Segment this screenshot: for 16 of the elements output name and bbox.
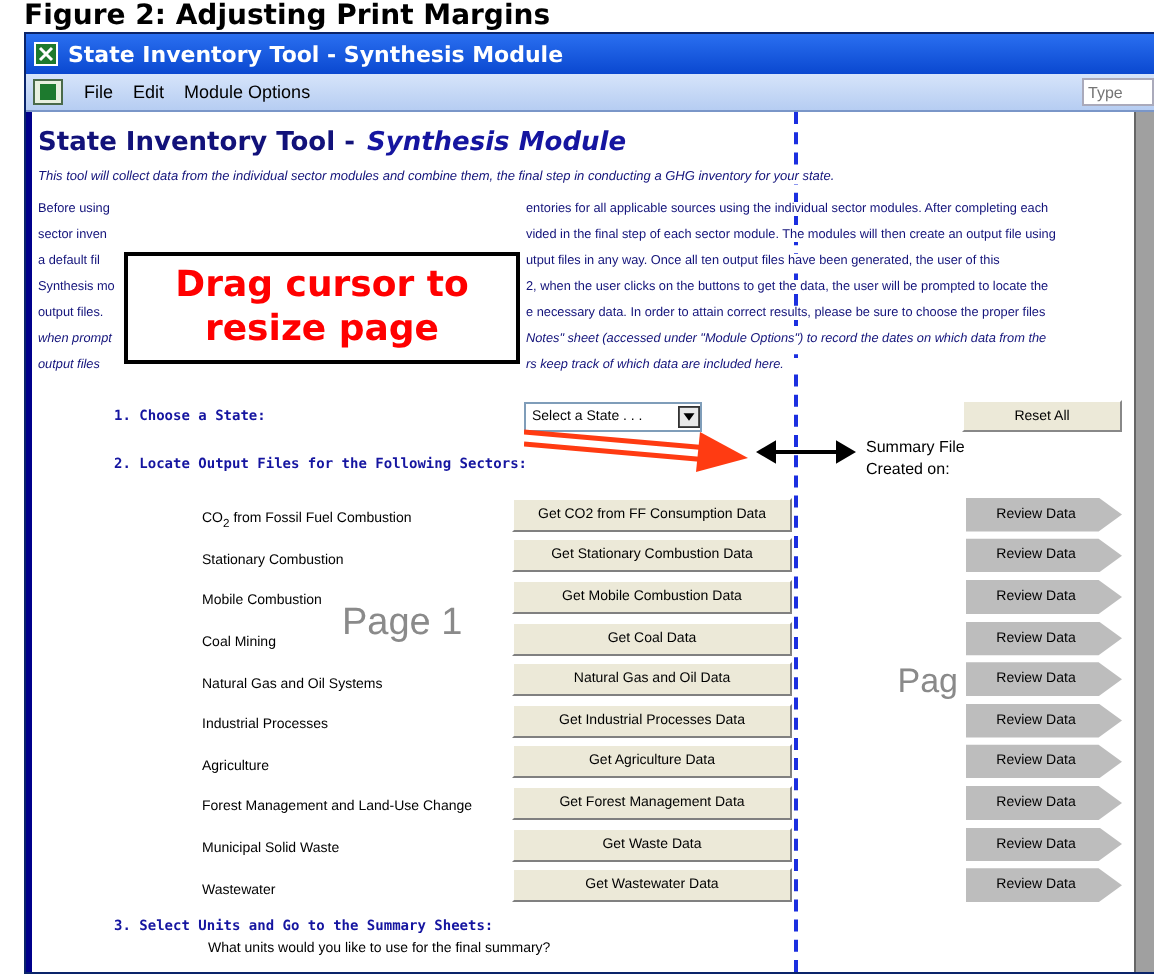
double-arrow-icon [756, 438, 856, 466]
summary-label: Summary File Created on: [866, 436, 965, 480]
figure-title: Figure 2: Adjusting Print Margins [22, 0, 553, 32]
menu-item[interactable]: File [84, 82, 114, 102]
help-search-field[interactable]: Type [1082, 78, 1154, 106]
callout-box: Drag cursor to resize page [124, 252, 520, 364]
sheet-heading: State Inventory Tool - [38, 127, 355, 157]
page-number-watermark: Pag [897, 662, 958, 703]
spreadsheet-icon [34, 42, 58, 66]
menu-item[interactable]: Edit [133, 82, 165, 102]
menu-item[interactable]: Module Options [184, 82, 311, 102]
module-name: Synthesis Module [366, 127, 627, 157]
spreadsheet-icon[interactable] [32, 78, 64, 106]
window-title: State Inventory Tool - Synthesis Module [68, 41, 564, 67]
scroll-bar[interactable] [1134, 112, 1154, 972]
page-number-watermark: Page 1 [342, 604, 463, 645]
